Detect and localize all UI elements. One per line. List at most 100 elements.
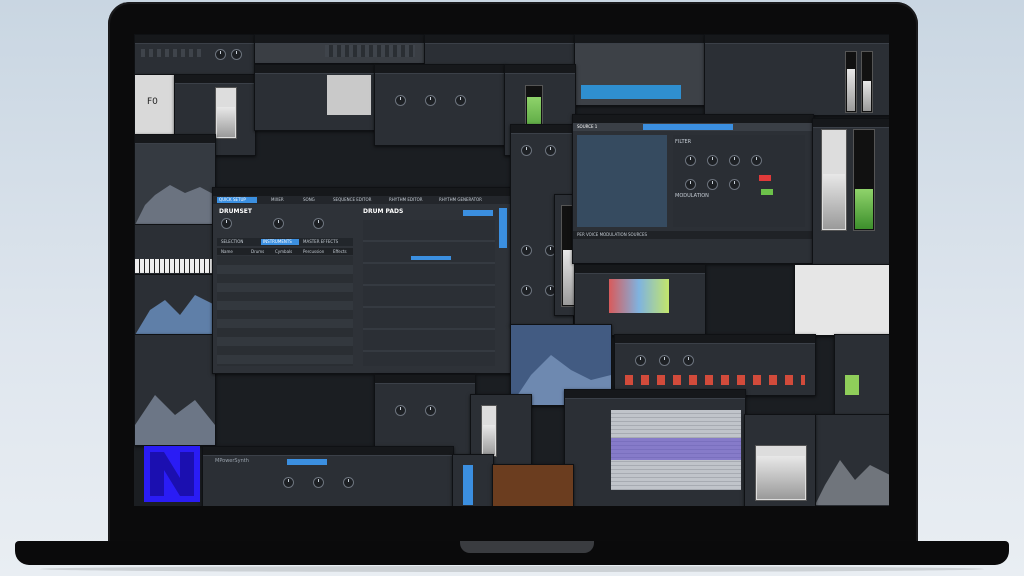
filter-panel[interactable]: FILTER MODULATION [673, 135, 805, 227]
preset-selector[interactable] [643, 124, 733, 130]
knob-control[interactable] [685, 179, 696, 190]
mpowersynth-window[interactable]: MPowerSynth [202, 446, 454, 506]
window-titlebar[interactable] [511, 125, 573, 134]
window-titlebar[interactable] [705, 35, 889, 44]
plugin-window[interactable] [134, 34, 256, 76]
step-sequencer[interactable] [625, 375, 805, 385]
knob-control[interactable] [425, 95, 436, 106]
tab-rhythm-generator[interactable]: RHYTHM GENERATOR [439, 197, 482, 202]
drum-pad-grid[interactable] [363, 220, 495, 366]
knob-control[interactable] [659, 355, 670, 366]
knob-control[interactable] [221, 218, 232, 229]
window-titlebar[interactable] [565, 390, 745, 399]
plugin-window[interactable] [134, 134, 216, 226]
knob-control[interactable] [455, 95, 466, 106]
knob-control[interactable] [231, 49, 242, 60]
subtab-label: INSTRUMENTS [263, 239, 292, 244]
knob-control[interactable] [635, 355, 646, 366]
plugin-window[interactable] [452, 454, 494, 506]
window-titlebar[interactable] [135, 35, 255, 44]
knob-control[interactable] [545, 145, 556, 156]
window-titlebar[interactable] [175, 75, 255, 84]
active-indicator [761, 189, 773, 195]
window-titlebar[interactable] [575, 35, 705, 44]
knob-control[interactable] [395, 95, 406, 106]
knob-control[interactable] [729, 155, 740, 166]
tab-song[interactable]: SONG [303, 197, 315, 202]
knob-control[interactable] [707, 155, 718, 166]
plugin-window[interactable] [374, 374, 476, 456]
level-meter [845, 51, 857, 113]
knob-control[interactable] [215, 49, 226, 60]
window-titlebar[interactable] [135, 135, 215, 144]
knob-control[interactable] [395, 405, 406, 416]
window-titlebar[interactable] [255, 65, 375, 74]
subtab-selection[interactable]: SELECTION [221, 239, 243, 244]
plugin-window[interactable] [254, 64, 376, 131]
plugin-window[interactable] [374, 64, 506, 146]
waveform-editor[interactable] [611, 410, 741, 490]
plugin-window[interactable] [614, 334, 816, 396]
slider[interactable] [463, 465, 473, 505]
wave-graph [135, 185, 215, 225]
knob-control[interactable] [729, 179, 740, 190]
knob-control[interactable] [273, 218, 284, 229]
plugin-window[interactable] [424, 34, 576, 66]
knob-control[interactable] [685, 155, 696, 166]
knob-control[interactable] [521, 245, 532, 256]
column-header: Name [221, 249, 233, 254]
tab-rhythm-editor[interactable]: RHYTHM EDITOR [389, 197, 423, 202]
knob-control[interactable] [313, 477, 324, 488]
scrollbar[interactable] [499, 208, 507, 248]
plugin-window[interactable] [134, 274, 216, 336]
plugin-window[interactable] [254, 34, 426, 64]
plugin-window[interactable] [564, 389, 746, 506]
plugin-window[interactable] [744, 414, 816, 506]
window-titlebar[interactable]: MPowerSynth [203, 447, 453, 464]
knob-control[interactable] [521, 145, 532, 156]
plugin-window[interactable] [812, 118, 889, 270]
fo-panel[interactable]: F0 [134, 74, 176, 136]
laptop-notch [460, 541, 594, 553]
keyboard-panel[interactable] [134, 224, 216, 276]
msoundfactory-window[interactable]: MSoundFactory SOURCE 1 FILTER MODULATION… [572, 114, 814, 264]
plugin-window[interactable] [704, 34, 889, 116]
window-titlebar[interactable] [375, 375, 475, 384]
knob-control[interactable] [343, 477, 354, 488]
window-titlebar[interactable] [813, 119, 889, 128]
plugin-window[interactable] [834, 334, 889, 416]
window-titlebar[interactable] [615, 335, 815, 344]
preset-button[interactable] [287, 459, 327, 465]
plugin-window[interactable] [134, 334, 216, 446]
knob-control[interactable] [707, 179, 718, 190]
plugin-window[interactable] [574, 34, 706, 106]
window-titlebar[interactable] [575, 265, 705, 274]
window-titlebar[interactable] [375, 65, 505, 74]
plugin-window[interactable] [794, 264, 889, 336]
wave-graph [135, 395, 215, 445]
knob-control[interactable] [313, 218, 324, 229]
knob-control[interactable] [283, 477, 294, 488]
column-header: Cymbals [275, 249, 293, 254]
preview-graph [327, 75, 371, 115]
instrument-list[interactable] [217, 256, 353, 366]
level-meter [481, 405, 497, 457]
window-titlebar[interactable] [425, 35, 575, 44]
plugin-window[interactable] [814, 414, 889, 506]
mdrummer-window[interactable]: MDrummerSoft QUICK SETUP MIXER SONG SEQU… [212, 187, 512, 374]
window-titlebar[interactable] [505, 65, 575, 74]
window-titlebar[interactable] [255, 35, 425, 44]
knob-control[interactable] [521, 285, 532, 296]
subtab-master-effects[interactable]: MASTER EFFECTS [303, 239, 338, 244]
wave-graph [815, 460, 889, 505]
plugin-window[interactable] [492, 464, 574, 506]
knob-control[interactable] [751, 155, 762, 166]
knob-control[interactable] [683, 355, 694, 366]
envelope-graph[interactable] [577, 135, 667, 227]
tab-mixer[interactable]: MIXER [271, 197, 284, 202]
pad-highlight [411, 256, 451, 260]
tab-sequence-editor[interactable]: SEQUENCE EDITOR [333, 197, 371, 202]
preset-button[interactable] [463, 210, 493, 216]
knob-control[interactable] [425, 405, 436, 416]
source-title: SOURCE 1 [577, 124, 598, 129]
